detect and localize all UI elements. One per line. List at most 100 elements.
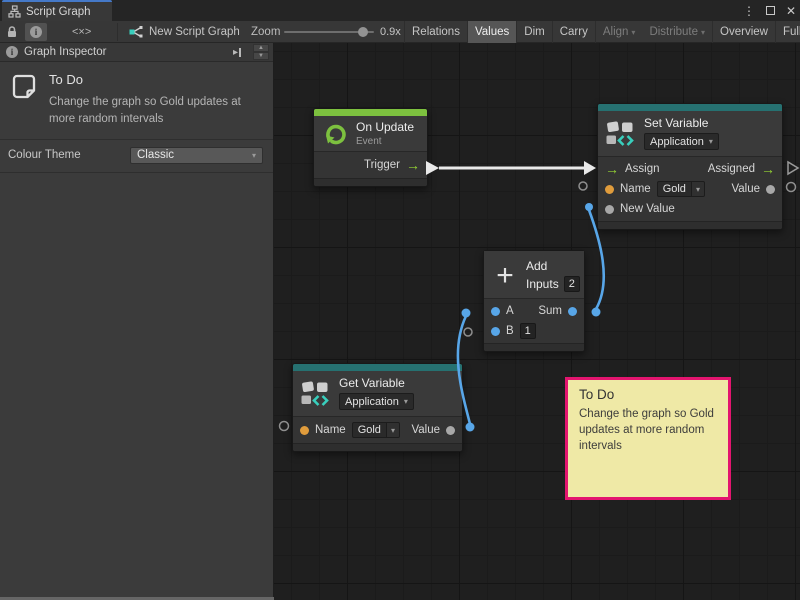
port-label: Assigned [708, 163, 755, 175]
carry-button[interactable]: Carry [553, 21, 595, 43]
node-on-update[interactable]: On Update Event Trigger → [313, 108, 428, 187]
chevron-down-icon: ▾ [252, 151, 256, 160]
b-value-field[interactable]: 1 [520, 323, 536, 339]
port-trigger-output[interactable]: Trigger → [364, 158, 420, 172]
number-port-icon [568, 307, 577, 316]
graph-name-label[interactable]: New Script Graph [149, 21, 240, 43]
distribute-dropdown[interactable]: Distribute▾ [642, 21, 712, 43]
spinner-down-icon[interactable]: ▼ [253, 52, 269, 60]
name-value-dropdown[interactable]: Gold ▾ [657, 181, 705, 197]
overview-button[interactable]: Overview [713, 21, 775, 43]
tab-title: Script Graph [26, 6, 91, 18]
add-icon: + [492, 264, 518, 288]
colour-theme-label: Colour Theme [8, 149, 130, 161]
port-assigned-output[interactable]: Assigned → [708, 162, 775, 176]
info-icon: i [6, 46, 18, 58]
string-port-icon [605, 185, 614, 194]
variable-scope-dropdown[interactable]: Application ▾ [644, 133, 719, 150]
sticky-note-title: To Do [579, 387, 717, 402]
maximize-icon[interactable] [766, 6, 775, 15]
port-assign-input[interactable]: → Assign [605, 162, 660, 176]
unity-script-graph-window: Script Graph ⋮ ✕ i <×> Ne [0, 0, 800, 600]
variable-colorbar [598, 104, 782, 111]
chevron-down-icon: ▾ [696, 185, 700, 194]
script-graph-tab-icon [8, 5, 21, 18]
zoom-slider[interactable] [284, 31, 374, 33]
port-new-value-input[interactable]: New Value [605, 203, 675, 215]
spinner-up-icon[interactable]: ▲ [253, 44, 269, 52]
note-description: Change the graph so Gold updates at more… [49, 94, 261, 129]
port-a-input[interactable]: A [491, 305, 514, 317]
port-label: Trigger [364, 159, 400, 171]
node-set-variable[interactable]: Set Variable Application ▾ → Assign Assi… [597, 103, 783, 230]
port-name-input[interactable]: Name Gold ▾ [605, 181, 705, 197]
port-label: Value [411, 424, 440, 436]
variable-icon [606, 120, 636, 147]
colour-theme-dropdown[interactable]: Classic ▾ [130, 147, 263, 164]
update-loop-icon [322, 121, 348, 147]
chevron-down-icon: ▾ [709, 137, 718, 146]
port-label: New Value [620, 203, 675, 215]
port-value-output[interactable]: Value [731, 183, 775, 195]
values-button[interactable]: Values [468, 21, 516, 43]
node-get-variable[interactable]: Get Variable Application ▾ Name Gold ▾ [292, 363, 463, 452]
value-port-icon [766, 185, 775, 194]
variable-scope-dropdown[interactable]: Application ▾ [339, 393, 414, 410]
port-label: B [506, 325, 514, 337]
sticky-note-icon [10, 71, 38, 102]
node-title: Add [526, 259, 580, 273]
port-label: Name [620, 183, 651, 195]
zoom-slider-handle[interactable] [358, 27, 368, 37]
chevron-down-icon: ▾ [391, 426, 395, 435]
zoom-label: Zoom [251, 21, 280, 43]
variable-icon [301, 380, 331, 407]
colour-theme-row: Colour Theme Classic ▾ [0, 140, 273, 173]
zoom-value: 0.9x [380, 21, 401, 43]
node-footer [484, 343, 584, 351]
graph-inspector-panel: i Graph Inspector ▸ ▲ ▼ To Do Change the… [0, 43, 274, 600]
code-preview-icon[interactable]: <×> [72, 21, 91, 43]
port-value-output[interactable]: Value [411, 424, 455, 436]
node-add[interactable]: + Add Inputs 2 A Sum [483, 250, 585, 352]
port-label: Name [315, 424, 346, 436]
event-colorbar [314, 109, 427, 116]
node-title: On Update [356, 120, 414, 134]
sticky-note[interactable]: To Do Change the graph so Gold updates a… [565, 377, 731, 500]
window-menu-icon[interactable]: ⋮ [743, 4, 755, 18]
variable-colorbar [293, 364, 462, 371]
port-label: Sum [538, 305, 562, 317]
inputs-count-field[interactable]: 2 [564, 276, 580, 292]
align-dropdown[interactable]: Align▾ [596, 21, 643, 43]
string-port-icon [300, 426, 309, 435]
chevron-down-icon: ▾ [404, 397, 413, 406]
name-value-dropdown[interactable]: Gold ▾ [352, 422, 400, 438]
relations-button[interactable]: Relations [405, 21, 467, 43]
port-label: Assign [625, 163, 660, 175]
chevron-down-icon: ▾ [701, 28, 705, 37]
close-icon[interactable]: ✕ [786, 4, 796, 18]
number-port-icon [491, 327, 500, 336]
panel-spinner[interactable]: ▲ ▼ [253, 44, 269, 60]
tab-script-graph[interactable]: Script Graph [2, 0, 112, 21]
graph-toolbar: i <×> New Script Graph Zoom 0.9x Relatio… [0, 21, 800, 43]
node-footer [598, 221, 782, 229]
flow-output-icon: → [761, 162, 775, 176]
port-sum-output[interactable]: Sum [538, 305, 577, 317]
number-port-icon [491, 307, 500, 316]
port-label: A [506, 305, 514, 317]
value-port-icon [605, 205, 614, 214]
info-icon: i [30, 26, 42, 38]
port-b-input[interactable]: B 1 [491, 323, 536, 339]
inspector-header: i Graph Inspector ▸ ▲ ▼ [0, 43, 273, 62]
dock-panel-icon[interactable]: ▸ [233, 47, 241, 58]
dim-button[interactable]: Dim [517, 21, 551, 43]
node-footer [293, 443, 462, 451]
port-name-input[interactable]: Name Gold ▾ [300, 422, 400, 438]
inputs-label: Inputs [526, 277, 559, 291]
lock-icon[interactable] [5, 21, 19, 43]
inspector-toggle-button[interactable]: i [25, 21, 47, 43]
fullscreen-button[interactable]: Full S [776, 21, 800, 43]
port-label: Value [731, 183, 760, 195]
inspector-note-section: To Do Change the graph so Gold updates a… [0, 62, 273, 140]
flow-input-icon: → [605, 162, 619, 176]
